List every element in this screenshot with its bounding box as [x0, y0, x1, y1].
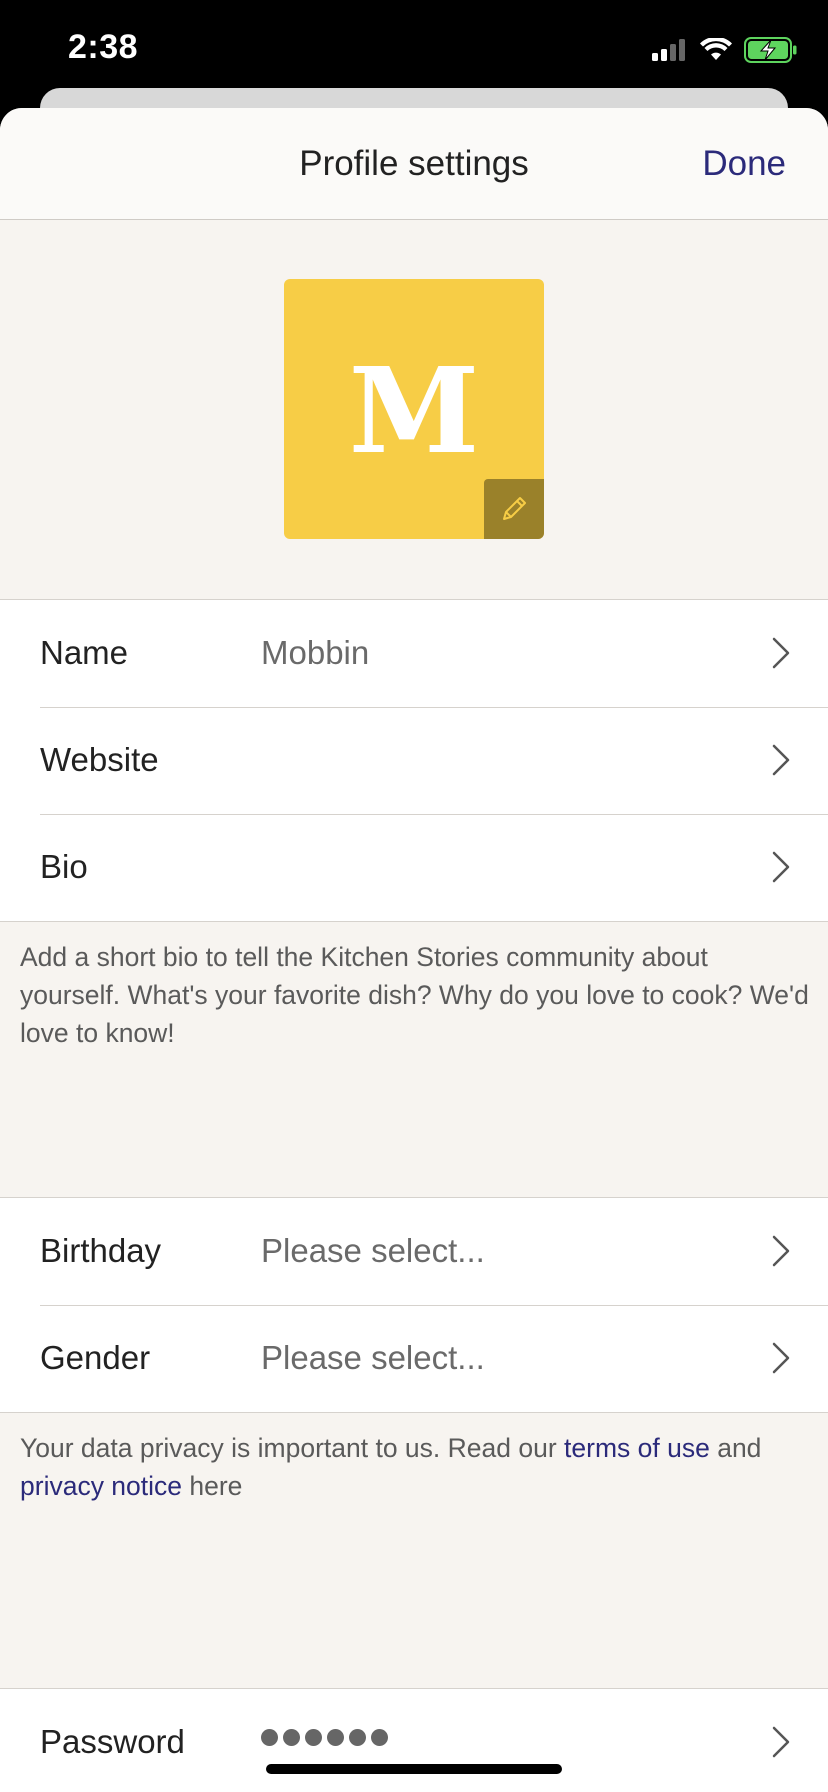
name-value: Mobbin	[261, 634, 370, 671]
privacy-text-middle: and	[709, 1433, 762, 1463]
privacy-text-after: here	[182, 1471, 243, 1501]
password-dot	[261, 1729, 278, 1746]
birthday-value: Please select...	[261, 1232, 485, 1269]
name-row[interactable]: Name Mobbin	[0, 600, 828, 707]
password-dot	[349, 1729, 366, 1746]
home-indicator	[266, 1764, 562, 1774]
chevron-right-icon	[772, 637, 790, 669]
gender-value: Please select...	[261, 1339, 485, 1376]
password-dot	[283, 1729, 300, 1746]
avatar-letter: M	[348, 341, 480, 480]
chevron-right-icon	[772, 744, 790, 776]
navigation-bar: Profile settings Done	[0, 108, 828, 220]
terms-of-use-link[interactable]: terms of use	[564, 1433, 710, 1463]
password-masked-value	[261, 1729, 388, 1746]
cellular-signal-icon	[652, 39, 685, 61]
privacy-text-before: Your data privacy is important to us. Re…	[20, 1433, 565, 1463]
account-group: Password	[0, 1688, 828, 1792]
status-time: 2:38	[68, 28, 139, 66]
avatar[interactable]: M	[284, 279, 544, 539]
pencil-icon	[503, 497, 526, 520]
password-dot	[327, 1729, 344, 1746]
privacy-notice-text: Your data privacy is important to us. Re…	[20, 1429, 810, 1505]
password-dot	[305, 1729, 322, 1746]
password-label: Password	[40, 1723, 185, 1760]
gender-label: Gender	[40, 1339, 151, 1376]
wifi-icon	[700, 38, 732, 60]
status-bar: 2:38	[0, 0, 828, 100]
birthday-label: Birthday	[40, 1232, 162, 1269]
bio-row[interactable]: Bio	[0, 814, 828, 921]
edit-avatar-button[interactable]	[484, 479, 544, 539]
website-row[interactable]: Website	[0, 707, 828, 814]
profile-settings-sheet: Profile settings Done M Name Mobbin Webs…	[0, 108, 828, 1792]
privacy-notice-link[interactable]: privacy notice	[20, 1471, 182, 1501]
personal-info-group: Birthday Please select... Gender Please …	[0, 1197, 828, 1413]
status-icons	[652, 36, 798, 64]
profile-info-group: Name Mobbin Website Bio	[0, 599, 828, 922]
password-dot	[371, 1729, 388, 1746]
chevron-right-icon	[772, 851, 790, 883]
bio-hint: Add a short bio to tell the Kitchen Stor…	[20, 942, 809, 1048]
battery-charging-icon	[744, 37, 797, 63]
name-label: Name	[40, 634, 129, 671]
chevron-right-icon	[772, 1235, 790, 1267]
birthday-row[interactable]: Birthday Please select...	[0, 1198, 828, 1305]
chevron-right-icon	[772, 1342, 790, 1374]
chevron-right-icon	[772, 1726, 790, 1758]
website-label: Website	[40, 741, 159, 778]
done-button[interactable]: Done	[702, 144, 786, 184]
gender-row[interactable]: Gender Please select...	[0, 1305, 828, 1412]
bio-label: Bio	[40, 848, 88, 885]
password-row[interactable]: Password	[0, 1689, 828, 1792]
